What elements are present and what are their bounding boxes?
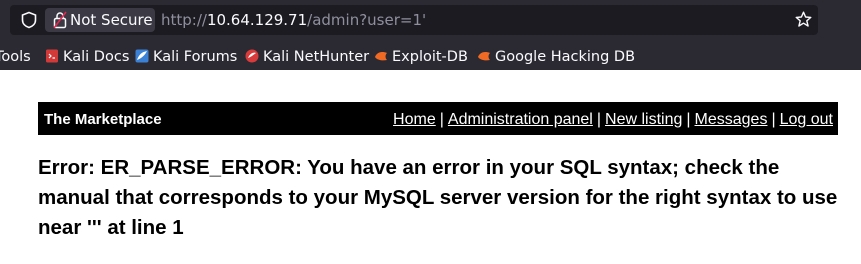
kali-docs-icon (46, 49, 58, 63)
not-secure-indicator[interactable]: Not Secure (45, 8, 155, 32)
bookmark-label: Google Hacking DB (495, 49, 636, 65)
url-host: 10.64.129.71 (206, 11, 308, 29)
shield-icon[interactable] (20, 11, 38, 29)
nav-link-administration-panel[interactable]: Administration panel (448, 111, 593, 128)
security-label: Not Secure (70, 11, 153, 29)
bookmarks-toolbar: Tools Kali Docs Kali Forums Kali NetHunt… (0, 42, 861, 70)
nav-separator: | (439, 111, 444, 128)
bookmark-star-icon[interactable] (795, 11, 812, 28)
ghdb-icon (478, 52, 490, 61)
bookmark-exploit-db[interactable]: Exploit-DB (374, 47, 468, 67)
nethunter-icon (245, 49, 259, 63)
bookmark-kali-forums[interactable]: Kali Forums (135, 47, 237, 67)
bookmark-kali-docs[interactable]: Kali Docs (45, 47, 129, 67)
url-path: /admin?user=1' (307, 11, 427, 29)
nav-link-new-listing[interactable]: New listing (605, 111, 682, 128)
nav-separator: | (686, 111, 691, 128)
bookmark-kali-nethunter[interactable]: Kali NetHunter (245, 47, 369, 67)
nav-link-log-out[interactable]: Log out (780, 111, 833, 128)
bookmark-label: Kali Forums (153, 49, 238, 65)
nav-separator: | (596, 111, 602, 128)
sql-error-message: Error: ER_PARSE_ERROR: You have an error… (38, 156, 838, 239)
nav-separator: | (771, 111, 776, 128)
bookmark-google-hacking-db[interactable]: Google Hacking DB (477, 47, 635, 67)
bookmark-label: Kali Docs (63, 49, 130, 65)
bookmark-label: Tools (0, 49, 31, 65)
exploit-db-icon (375, 52, 387, 61)
url-prefix: http:// (161, 11, 207, 29)
bookmark-tools[interactable]: Tools (0, 47, 31, 67)
nav-link-messages[interactable]: Messages (695, 111, 768, 128)
browser-chrome: Not Secure http://10.64.129.71/admin?use… (0, 0, 861, 70)
kali-forums-icon (135, 49, 149, 63)
url-text[interactable]: http://10.64.129.71/admin?user=1' (161, 10, 426, 30)
insecure-lock-icon (53, 11, 67, 29)
bookmark-label: Kali NetHunter (263, 49, 370, 65)
site-brand: The Marketplace (44, 111, 162, 128)
nav-links: Home | Administration panel | New listing | Me… (393, 111, 833, 129)
nav-link-home[interactable]: Home (393, 111, 436, 128)
site-navbar: The Marketplace Home | Administration pane… (38, 102, 838, 135)
bookmark-label: Exploit-DB (392, 49, 468, 65)
